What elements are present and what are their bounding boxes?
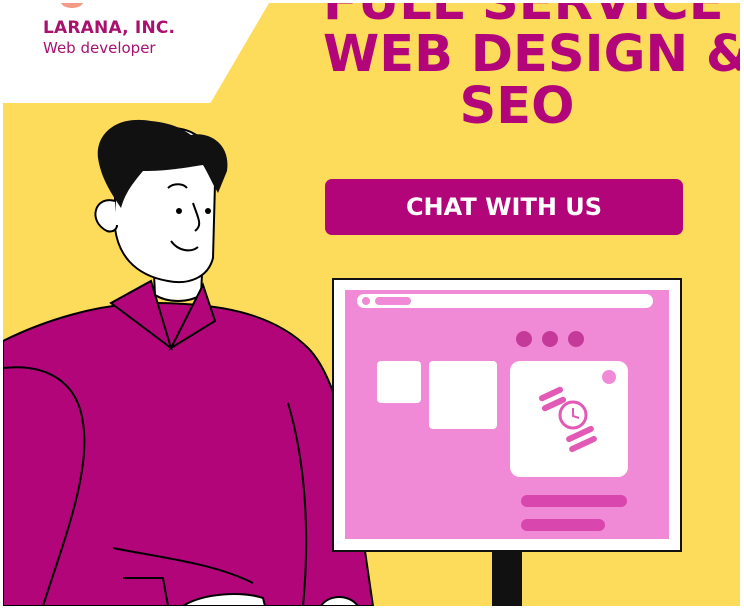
screen-text-bar [521,495,627,507]
screen-text-bar [521,519,605,531]
screen-card-small [377,361,421,403]
window-dots-icon [516,331,532,347]
monitor-stand [492,549,522,606]
poster-canvas: LARANA, INC. Web developer FULL SERVICE … [3,3,740,606]
developer-illustration [3,119,682,606]
screen-card-medium [429,361,497,429]
